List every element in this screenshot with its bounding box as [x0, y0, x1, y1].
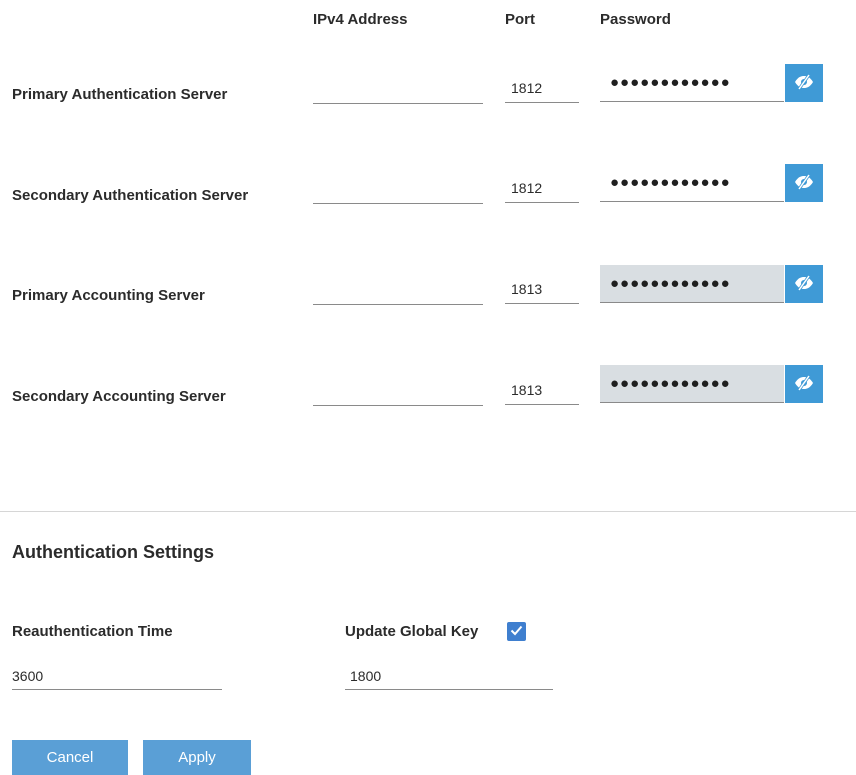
update-global-key-label: Update Global Key	[345, 623, 479, 640]
apply-button[interactable]: Apply	[143, 740, 251, 775]
global-key-time-input[interactable]	[345, 662, 553, 690]
primary-auth-ipv4-input[interactable]	[313, 78, 483, 104]
secondary-acct-toggle-password-button[interactable]	[785, 365, 823, 403]
secondary-auth-server-label: Secondary Authentication Server	[12, 187, 249, 204]
eye-slash-icon	[794, 73, 814, 93]
secondary-auth-port-input[interactable]	[505, 173, 579, 203]
primary-acct-password-input[interactable]: ●●●●●●●●●●●●	[600, 265, 784, 303]
secondary-acct-port-input[interactable]	[505, 375, 579, 405]
update-global-key-checkbox[interactable]	[507, 622, 526, 641]
primary-acct-port-input[interactable]	[505, 274, 579, 304]
column-header-port: Port	[505, 11, 535, 28]
eye-slash-icon	[794, 173, 814, 193]
primary-auth-password-input[interactable]: ●●●●●●●●●●●●	[600, 64, 784, 102]
secondary-acct-server-label: Secondary Accounting Server	[12, 388, 226, 405]
eye-slash-icon	[794, 374, 814, 394]
primary-acct-ipv4-input[interactable]	[313, 279, 483, 305]
secondary-auth-password-input[interactable]: ●●●●●●●●●●●●	[600, 164, 784, 202]
primary-auth-port-input[interactable]	[505, 73, 579, 103]
checkmark-icon	[510, 623, 523, 641]
primary-acct-toggle-password-button[interactable]	[785, 265, 823, 303]
secondary-auth-ipv4-input[interactable]	[313, 178, 483, 204]
cancel-button[interactable]: Cancel	[12, 740, 128, 775]
primary-auth-server-label: Primary Authentication Server	[12, 86, 228, 103]
secondary-acct-password-input[interactable]: ●●●●●●●●●●●●	[600, 365, 784, 403]
secondary-auth-toggle-password-button[interactable]	[785, 164, 823, 202]
primary-auth-toggle-password-button[interactable]	[785, 64, 823, 102]
reauth-time-label: Reauthentication Time	[12, 623, 173, 640]
secondary-acct-ipv4-input[interactable]	[313, 380, 483, 406]
section-divider	[0, 511, 856, 512]
reauth-time-input[interactable]	[12, 662, 222, 690]
auth-settings-title: Authentication Settings	[12, 542, 214, 562]
column-header-ipv4: IPv4 Address	[313, 11, 408, 28]
column-header-password: Password	[600, 11, 671, 28]
primary-acct-server-label: Primary Accounting Server	[12, 287, 205, 304]
eye-slash-icon	[794, 274, 814, 294]
radius-server-settings: IPv4 Address Port Password Primary Authe…	[0, 0, 856, 775]
